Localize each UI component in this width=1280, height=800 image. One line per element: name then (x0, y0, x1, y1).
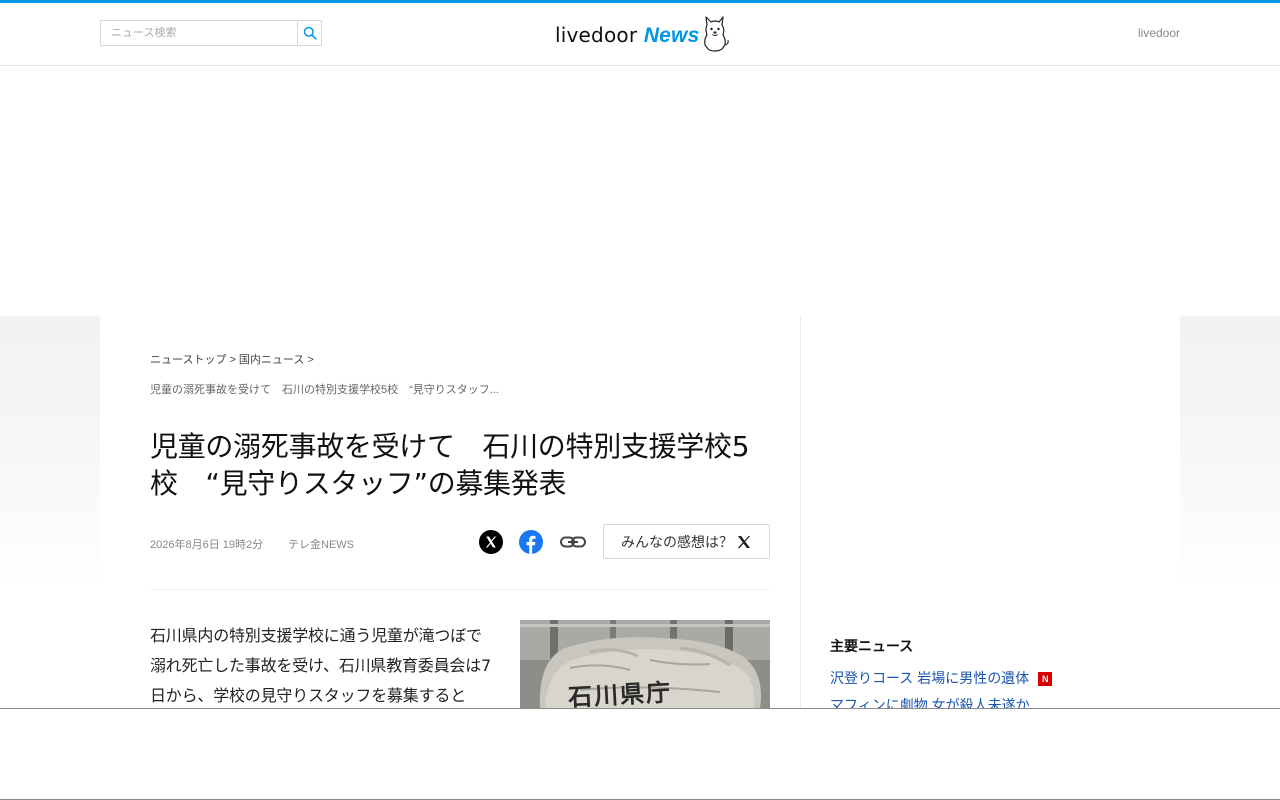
sidebar-news-item-label: 沢登りコース 岩場に男性の遺体 (830, 670, 1030, 686)
livedoor-link[interactable]: livedoor (1138, 26, 1180, 40)
x-logo-icon (738, 535, 750, 549)
copy-link-button[interactable] (559, 530, 587, 554)
facebook-icon (526, 535, 536, 554)
article-image[interactable]: 石川県庁 (520, 620, 770, 708)
logo-wordmark: livedoor News (555, 23, 700, 47)
search-icon (303, 26, 317, 40)
article-source[interactable]: テレ金NEWS (288, 536, 354, 552)
bottom-sticky-bar (0, 708, 1280, 800)
image-stone-inscription: 石川県庁 (567, 677, 673, 708)
breadcrumb-domestic-news[interactable]: 国内ニュース (239, 354, 304, 366)
article-date: 2026年8月6日 19時2分 (150, 539, 264, 551)
breadcrumb-separator: > (229, 354, 236, 366)
breadcrumb: ニューストップ > 国内ニュース > (150, 351, 317, 367)
article-column: ニューストップ > 国内ニュース > 児童の溺死事故を受けて 石川の特別支援学校5校 … (100, 316, 800, 708)
breadcrumb-news-top[interactable]: ニューストップ (150, 354, 226, 366)
dog-mascot-icon (704, 16, 729, 52)
sidebar-news-item[interactable]: 沢登りコース 岩場に男性の遺体 N (830, 668, 1053, 688)
article-divider (150, 589, 770, 590)
opinions-on-x-button[interactable]: みんなの感想は？ (603, 524, 770, 559)
ad-space (0, 66, 1280, 316)
share-facebook-button[interactable] (519, 530, 543, 554)
breadcrumb-current: 児童の溺死事故を受けて 石川の特別支援学校5校 “見守りスタッフ... (150, 384, 499, 396)
link-icon (560, 536, 586, 548)
article-body: 石川県内の特別支援学校に通う児童が滝つぼで溺れ死亡した事故を受け、石川県教育委員… (150, 626, 491, 705)
article-title: 児童の溺死事故を受けて 石川の特別支援学校5校 “見守りスタッフ”の募集発表 (150, 430, 750, 500)
x-logo-icon (486, 536, 496, 548)
site-header: livedoor News livedoor (0, 3, 1280, 66)
new-badge: N (1038, 672, 1053, 686)
sidebar: 主要ニュース 沢登りコース 岩場に男性の遺体 N マフィンに劇物 女が殺人未遂か (800, 316, 1180, 713)
search-button[interactable] (297, 21, 321, 45)
breadcrumb-separator: > (307, 354, 314, 366)
share-x-button[interactable] (479, 530, 503, 554)
search-input[interactable] (101, 21, 298, 45)
sidebar-heading: 主要ニュース (830, 638, 914, 654)
opinion-label: みんなの感想は？ (621, 533, 733, 550)
site-logo[interactable]: livedoor News (555, 15, 735, 55)
search-box (100, 20, 322, 46)
